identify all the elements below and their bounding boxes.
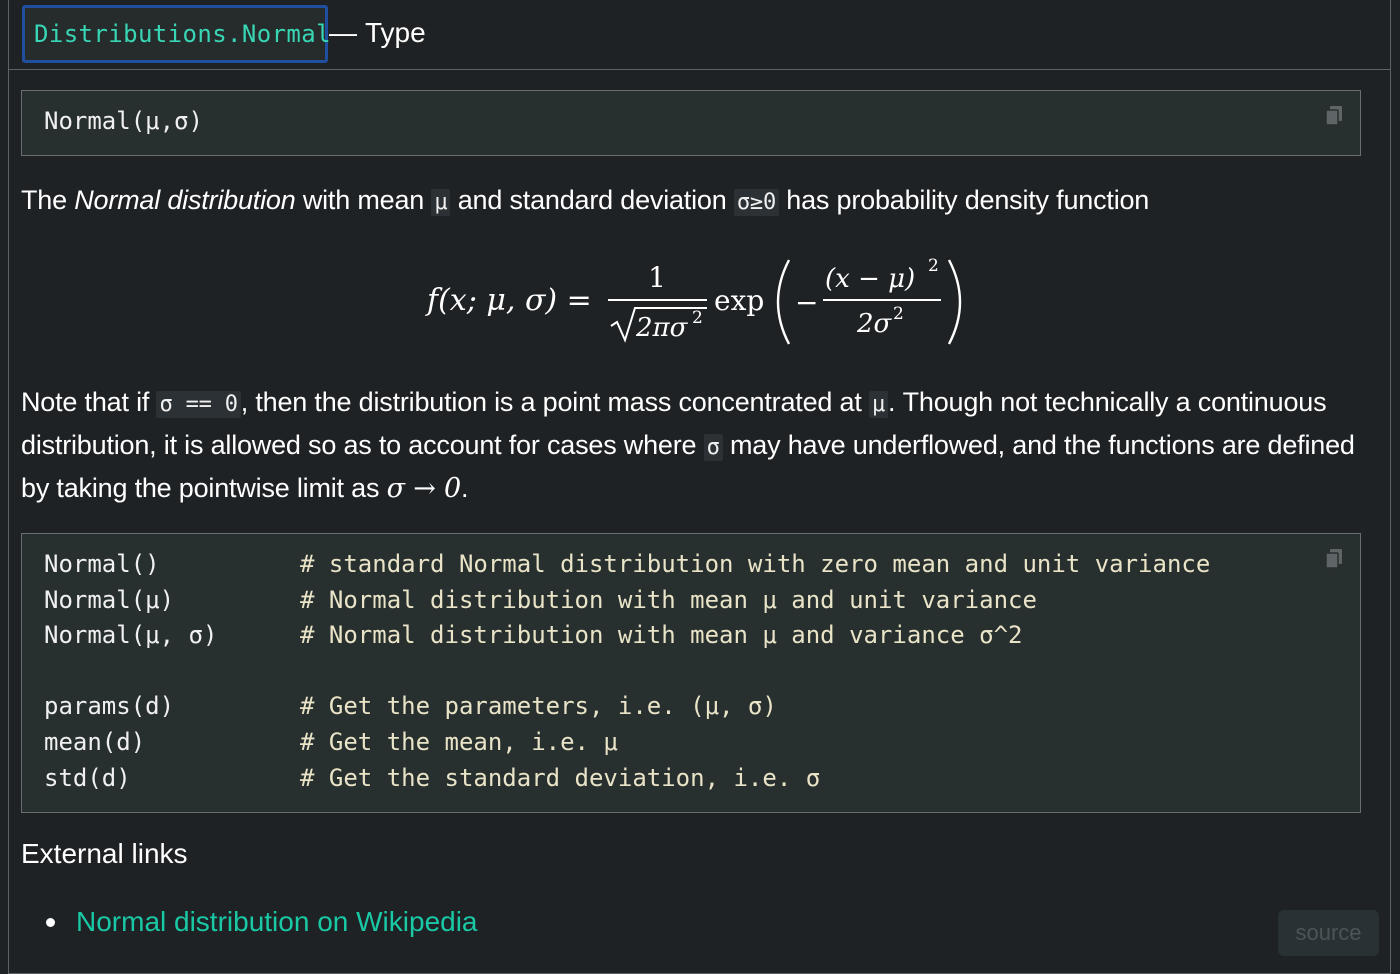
description-text: has probability density function <box>779 185 1150 215</box>
formula-frac1-den: 2πσ <box>635 313 689 343</box>
external-links-list: Normal distribution on Wikipedia <box>46 906 478 938</box>
description-text: with mean <box>295 185 432 215</box>
copy-icon[interactable] <box>1324 548 1344 570</box>
formula-minus: − <box>795 286 818 319</box>
code-call: mean(d) <box>44 727 146 756</box>
bullet-icon <box>46 917 55 927</box>
source-button[interactable]: source <box>1278 910 1379 956</box>
note-paragraph: Note that if σ == 0, then the distributi… <box>21 382 1371 509</box>
code-comment: # Normal distribution with mean μ and un… <box>300 585 1037 614</box>
formula-frac2-den-sup: 2 <box>893 304 904 324</box>
wikipedia-link[interactable]: Normal distribution on Wikipedia <box>76 906 478 938</box>
code-comment: # Get the mean, i.e. μ <box>300 727 618 756</box>
signature-code-block: Normal(μ,σ) <box>21 90 1361 156</box>
formula-exp: exp <box>714 284 764 317</box>
note-text: Note that if <box>21 387 157 417</box>
inline-code: μ <box>431 189 451 216</box>
code-comment: # standard Normal distribution with zero… <box>300 550 1211 578</box>
code-comment: # Get the standard deviation, i.e. σ <box>300 763 821 792</box>
description-text: and standard deviation <box>450 185 734 215</box>
code-line: params(d) # Get the parameters, i.e. (μ, … <box>44 692 1360 728</box>
formula-frac2-num: (x − μ) <box>825 264 915 294</box>
formula-lhs: f(x; μ, σ) = <box>425 283 592 318</box>
docstring-header: Distributions.Normal — Type <box>9 0 1390 70</box>
binding-link[interactable]: Distributions.Normal <box>22 5 331 63</box>
formula-frac2-num-sup: 2 <box>928 256 939 276</box>
description-text: The <box>21 185 75 215</box>
inline-math: σ → 0 <box>386 473 462 504</box>
inline-code: σ≥0 <box>733 189 779 216</box>
code-call: Normal(μ, σ) <box>44 621 218 650</box>
inline-code: μ <box>868 391 888 418</box>
note-text: . <box>460 473 469 503</box>
code-call: Normal(μ) <box>44 585 175 614</box>
code-line: Normal(μ, σ) # Normal distribution with m… <box>44 621 1360 657</box>
copy-icon[interactable] <box>1324 105 1344 127</box>
category-dash: — <box>329 17 357 48</box>
pdf-formula: f(x; μ, σ) = 1 2πσ 2 exp − (x − μ) 2 2σ … <box>425 256 962 345</box>
code-call: std(d) <box>44 763 131 792</box>
usage-code-block: Normal() # standard Normal distribution w… <box>21 533 1361 813</box>
description-emphasis: Normal distribution <box>74 185 296 215</box>
code-comment: # Normal distribution with mean μ and va… <box>300 621 1023 650</box>
code-call: Normal() <box>44 550 160 578</box>
category-label: Type <box>365 17 426 48</box>
formula-left-paren <box>776 259 791 345</box>
signature-code: Normal(μ,σ) <box>44 107 203 135</box>
formula-frac2-den: 2σ <box>856 309 893 339</box>
formula-frac1-den-sup: 2 <box>692 308 703 328</box>
note-text: , then the distribution is a point mass … <box>240 387 869 417</box>
docstring-category: — Type <box>329 17 426 49</box>
external-links-heading: External links <box>21 838 188 869</box>
code-line: Normal(μ) # Normal distribution with mean… <box>44 586 1360 622</box>
formula-right-paren <box>947 259 962 345</box>
inline-code: σ <box>703 434 723 461</box>
description-paragraph: The Normal distribution with mean μ and … <box>21 180 1361 223</box>
code-line: Normal() # standard Normal distribution w… <box>44 550 1360 586</box>
code-line: std(d) # Get the standard deviation, i.e.… <box>44 764 1360 800</box>
code-line: mean(d) # Get the mean, i.e. μ <box>44 728 1360 764</box>
code-call: params(d) <box>44 692 175 721</box>
formula-frac1-num: 1 <box>648 261 666 294</box>
inline-code: σ == 0 <box>156 391 241 418</box>
code-comment: # Get the parameters, i.e. (μ, σ) <box>300 692 777 721</box>
